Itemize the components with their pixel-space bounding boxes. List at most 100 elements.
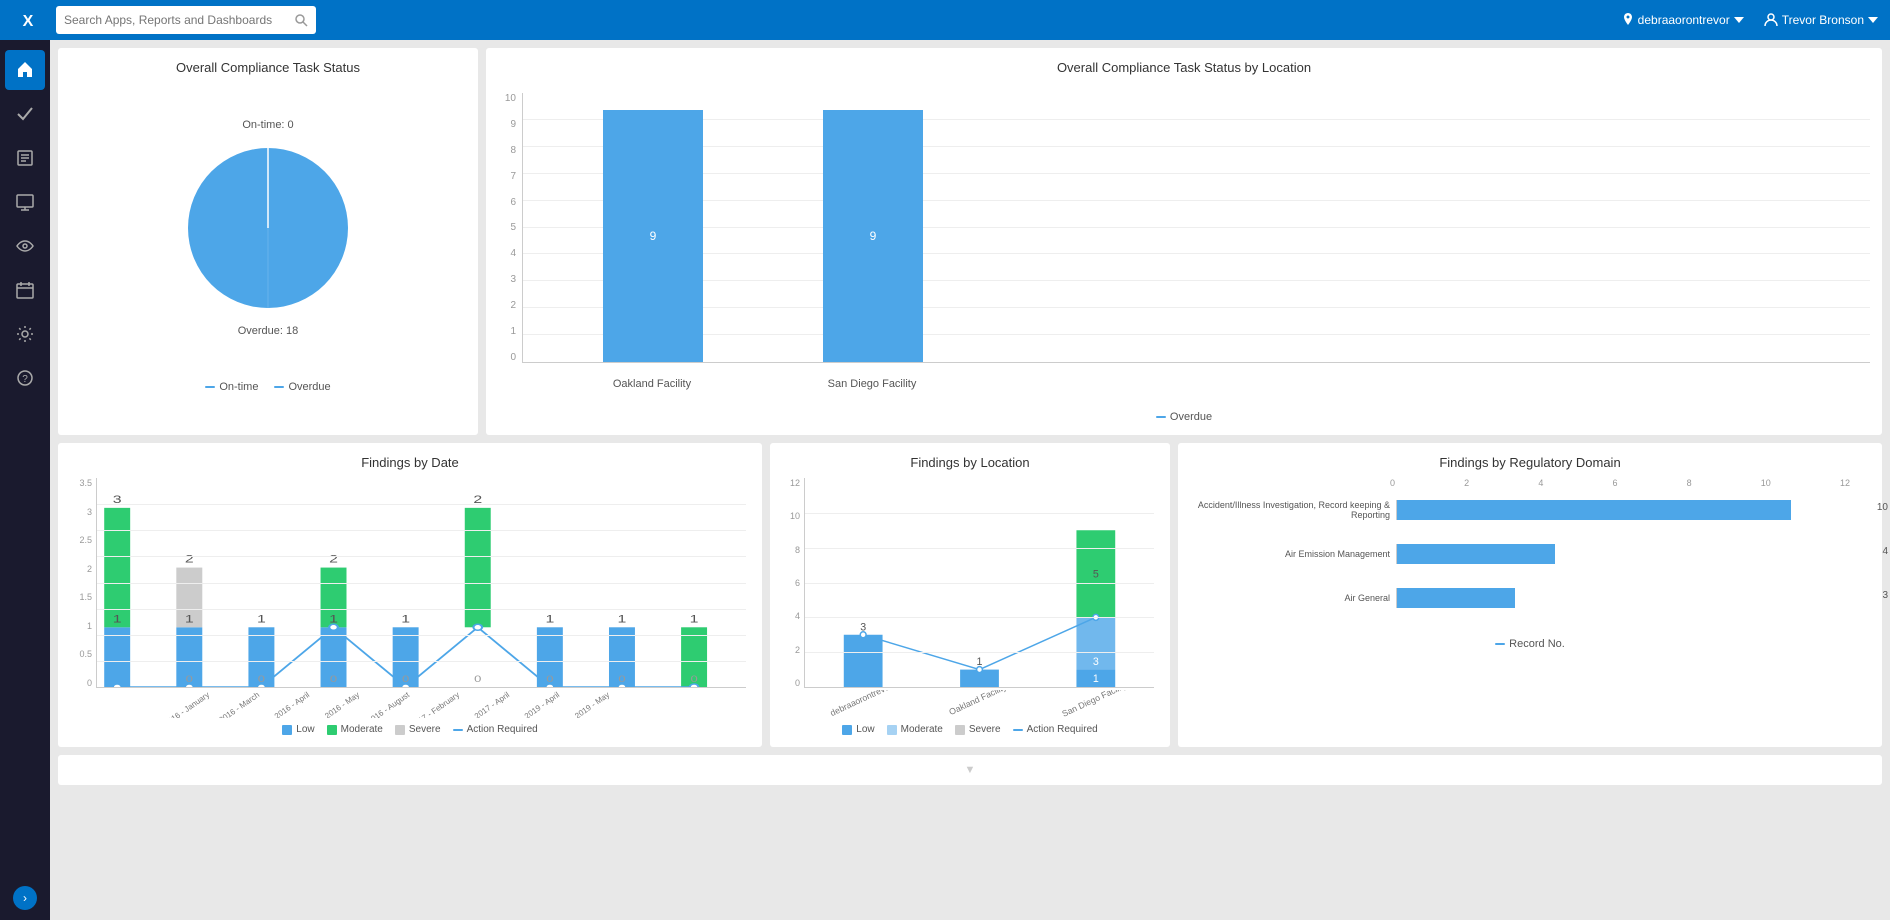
legend-moderate: Moderate — [327, 724, 383, 735]
bar-oakland-fill: 9 — [603, 110, 703, 362]
y-4: 4 — [498, 248, 516, 259]
svg-text:2017 - February: 2017 - February — [409, 690, 461, 718]
search-input[interactable] — [64, 13, 288, 27]
monitor-icon — [16, 193, 34, 211]
hbar-bar-3 — [1397, 588, 1515, 608]
findings-regulatory-title: Findings by Regulatory Domain — [1190, 455, 1870, 470]
svg-text:Oakland Facility: Oakland Facility — [947, 690, 1008, 717]
home-icon — [16, 61, 34, 79]
y-3: 3 — [498, 274, 516, 285]
hbar-label-3: Air General — [1190, 593, 1390, 603]
findings-date-legend: Low Moderate Severe Action Required — [70, 724, 750, 735]
hbar-row-1: Accident/Illness Investigation, Record k… — [1190, 500, 1870, 520]
y-7: 7 — [498, 171, 516, 182]
x-label-oakland: Oakland Facility — [602, 378, 702, 390]
svg-text:1: 1 — [329, 613, 338, 625]
svg-text:2016 - August: 2016 - August — [366, 690, 412, 718]
legend-overdue-dot — [274, 386, 284, 388]
user-menu[interactable]: Trevor Bronson — [1764, 13, 1878, 27]
bar-location-card: Overall Compliance Task Status by Locati… — [486, 48, 1882, 435]
location-icon — [1622, 13, 1634, 27]
sidebar-item-calendar[interactable] — [5, 270, 45, 310]
sidebar-item-home[interactable] — [5, 50, 45, 90]
row-2: Findings by Date 0 0.5 1 1.5 2 2.5 3 3.5 — [58, 443, 1882, 747]
sidebar-collapse-button[interactable]: › — [13, 886, 37, 910]
sidebar-item-gear[interactable] — [5, 314, 45, 354]
svg-text:1: 1 — [690, 613, 699, 625]
hbar-value-2: 4 — [1882, 546, 1888, 557]
sidebar-item-check[interactable] — [5, 94, 45, 134]
hbar-label-1: Accident/Illness Investigation, Record k… — [1190, 500, 1390, 520]
grid-40pct — [523, 253, 1870, 254]
sidebar-item-eye[interactable] — [5, 226, 45, 266]
bar-oakland-value: 9 — [650, 229, 657, 243]
legend-overdue-loc-dot — [1156, 416, 1166, 418]
location-user[interactable]: debraaorontrevor — [1622, 13, 1744, 27]
svg-text:0: 0 — [474, 675, 481, 685]
y-9: 9 — [498, 119, 516, 130]
svg-text:1: 1 — [401, 613, 410, 625]
grid-90pct — [523, 119, 1870, 120]
findings-location-card: Findings by Location 0 2 4 6 8 10 12 — [770, 443, 1170, 747]
grid-20pct — [523, 307, 1870, 308]
svg-text:0: 0 — [690, 675, 697, 685]
y-5: 5 — [498, 222, 516, 233]
svg-text:2016 - March: 2016 - March — [217, 690, 261, 718]
svg-text:2: 2 — [185, 553, 194, 565]
row-1: Overall Compliance Task Status On-time: … — [58, 48, 1882, 435]
svg-text:1: 1 — [257, 613, 266, 625]
hbar-bar-1 — [1397, 500, 1791, 520]
y-0: 0 — [498, 352, 516, 363]
grid-60pct — [523, 200, 1870, 201]
svg-text:1: 1 — [185, 613, 194, 625]
y-8: 8 — [498, 145, 516, 156]
findings-regulatory-card: Findings by Regulatory Domain 0 2 4 6 8 … — [1178, 443, 1882, 747]
svg-text:0: 0 — [258, 675, 265, 685]
bottom-panel: ▼ — [58, 755, 1882, 785]
legend-ontime-label: On-time — [219, 381, 258, 393]
svg-text:0: 0 — [546, 675, 553, 685]
sidebar-item-tasks[interactable] — [5, 138, 45, 178]
location-username: debraaorontrevor — [1638, 13, 1730, 27]
tasks-icon — [16, 149, 34, 167]
logo[interactable]: X — [12, 4, 44, 36]
user-chevron-icon — [1868, 17, 1878, 23]
fbl-x-labels: debraaorontrevor Oakland Facility San Di… — [804, 690, 1154, 718]
svg-text:0: 0 — [330, 675, 337, 685]
svg-text:0: 0 — [402, 675, 409, 685]
y-6: 6 — [498, 197, 516, 208]
search-bar[interactable] — [56, 6, 316, 34]
bar-sandiego: 9 — [823, 110, 923, 362]
legend-overdue-label: Overdue — [288, 381, 330, 393]
svg-text:debraaorontrevor: debraaorontrevor — [829, 690, 894, 718]
x-axis-labels: 2016 - January 2016 - March 2016 - April… — [96, 690, 746, 718]
calendar-icon — [16, 281, 34, 299]
check-icon — [16, 105, 34, 123]
hbar-bar-2 — [1397, 544, 1555, 564]
legend-low: Low — [282, 724, 314, 735]
grid-10pct — [523, 334, 1870, 335]
grid-30pct — [523, 280, 1870, 281]
svg-text:2019 - May: 2019 - May — [573, 690, 611, 718]
y-2: 2 — [498, 300, 516, 311]
username: Trevor Bronson — [1782, 13, 1864, 27]
bar-location-title: Overall Compliance Task Status by Locati… — [498, 60, 1870, 75]
legend-severe: Severe — [395, 724, 441, 735]
svg-text:1: 1 — [113, 613, 122, 625]
pie-chart-card: Overall Compliance Task Status On-time: … — [58, 48, 478, 435]
svg-text:2016 - April: 2016 - April — [273, 690, 311, 718]
svg-text:2: 2 — [329, 553, 338, 565]
svg-text:2017 - April: 2017 - April — [473, 690, 511, 718]
svg-text:0: 0 — [186, 675, 193, 685]
help-icon: ? — [16, 369, 34, 387]
sidebar-bottom: › — [13, 886, 37, 920]
chevron-down-icon — [1734, 17, 1744, 23]
x-label-sandiego: San Diego Facility — [822, 378, 922, 390]
eye-icon — [16, 237, 34, 255]
sidebar-item-help[interactable]: ? — [5, 358, 45, 398]
grid-70pct — [523, 173, 1870, 174]
regulatory-legend: Record No. — [1190, 638, 1870, 650]
search-icon — [294, 13, 308, 27]
sidebar-item-monitor[interactable] — [5, 182, 45, 222]
svg-text:1: 1 — [545, 613, 554, 625]
